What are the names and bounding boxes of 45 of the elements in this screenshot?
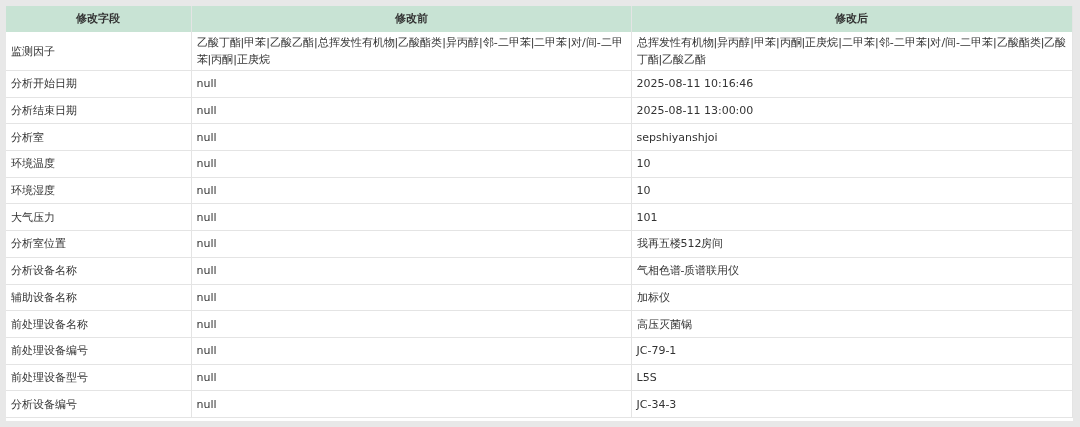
table-cell: 分析室 xyxy=(6,123,191,151)
table-cell: null xyxy=(191,97,631,124)
table-cell: null xyxy=(191,364,631,391)
table-cell: 前处理设备型号 xyxy=(6,364,191,391)
table-cell: null xyxy=(191,310,631,338)
table-cell: null xyxy=(191,123,631,151)
table-cell: 前处理设备编号 xyxy=(6,337,191,365)
table-cell: 乙酸丁酯|甲苯|乙酸乙酯|总挥发性有机物|乙酸酯类|异丙醇|邻-二甲苯|二甲苯|对/间-二甲苯|丙酮|正庚烷 xyxy=(191,32,631,71)
table-cell: null xyxy=(191,390,631,418)
table-cell: 环境湿度 xyxy=(6,177,191,204)
table-cell: 10 xyxy=(631,177,1073,204)
table-cell: null xyxy=(191,230,631,258)
table-cell: 总挥发性有机物|异丙醇|甲苯|丙酮|正庚烷|二甲苯|邻-二甲苯|对/间-二甲苯|乙酸酯类|乙酸丁酯|乙酸乙酯 xyxy=(631,32,1073,71)
table-cell: null xyxy=(191,337,631,365)
column-header: 修改后 xyxy=(631,6,1073,32)
column-header: 修改前 xyxy=(191,6,631,32)
table-cell: 加标仪 xyxy=(631,284,1073,311)
table-cell: sepshiyanshjoi xyxy=(631,123,1073,151)
table-cell: 气相色谱-质谱联用仪 xyxy=(631,257,1073,284)
table-cell: 环境温度 xyxy=(6,150,191,178)
table-cell: L5S xyxy=(631,364,1073,391)
table-cell: 我再五楼512房间 xyxy=(631,230,1073,258)
table-cell: 2025-08-11 10:16:46 xyxy=(631,70,1073,98)
table-cell: 分析设备编号 xyxy=(6,390,191,418)
table-cell: 前处理设备名称 xyxy=(6,310,191,338)
table-cell: null xyxy=(191,70,631,98)
table-cell: null xyxy=(191,203,631,231)
table-cell: 高压灭菌锅 xyxy=(631,310,1073,338)
table-cell: 10 xyxy=(631,150,1073,178)
table-cell: 辅助设备名称 xyxy=(6,284,191,311)
table-cell: null xyxy=(191,257,631,284)
table-cell: null xyxy=(191,177,631,204)
column-header: 修改字段 xyxy=(6,6,191,32)
table-cell: 分析室位置 xyxy=(6,230,191,258)
table-cell: 分析开始日期 xyxy=(6,70,191,98)
table-cell: 2025-08-11 13:00:00 xyxy=(631,97,1073,124)
table-cell: 分析结束日期 xyxy=(6,97,191,124)
table-cell: 分析设备名称 xyxy=(6,257,191,284)
table-cell: null xyxy=(191,284,631,311)
table-cell: JC-79-1 xyxy=(631,337,1073,365)
table-cell: 101 xyxy=(631,203,1073,231)
table-cell: JC-34-3 xyxy=(631,390,1073,418)
table-cell: 监测因子 xyxy=(6,32,191,71)
table-cell: null xyxy=(191,150,631,178)
table-cell: 大气压力 xyxy=(6,203,191,231)
